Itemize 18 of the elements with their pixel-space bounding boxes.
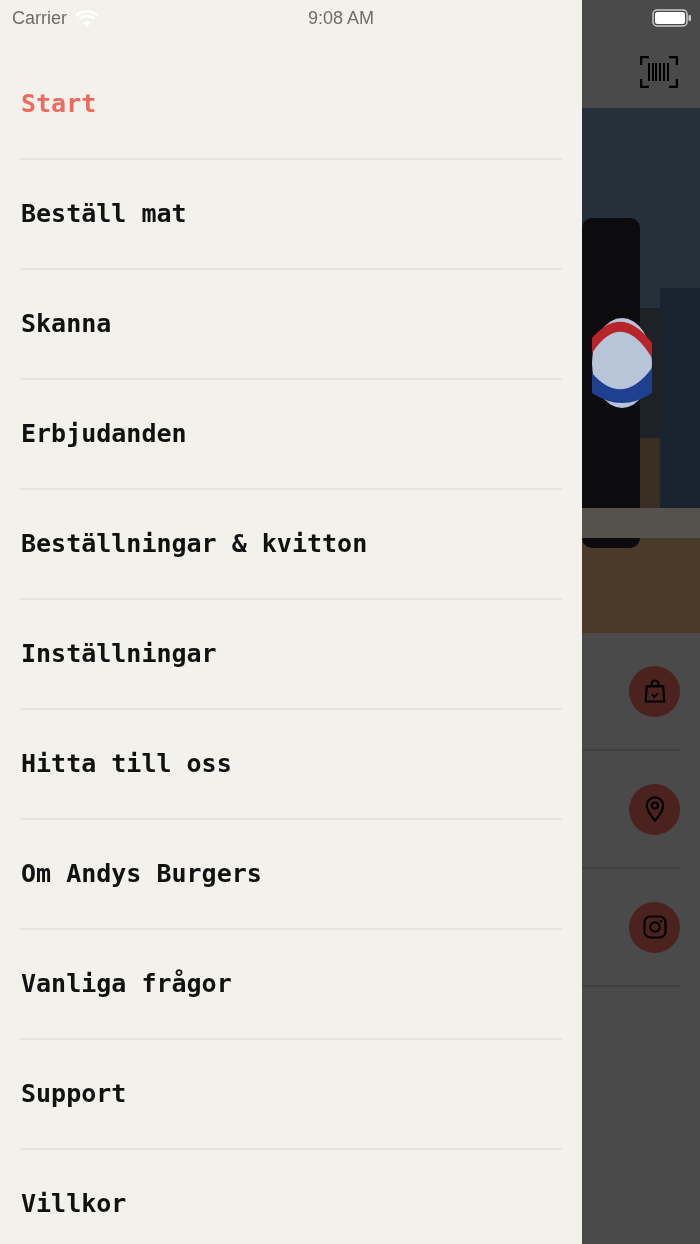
location-pin-button[interactable] [629, 783, 680, 835]
battery-icon [652, 8, 692, 28]
menu-item[interactable]: Om Andys Burgers [20, 855, 263, 893]
barcode-scan-icon[interactable] [640, 56, 678, 88]
menu-item[interactable]: Beställ mat [20, 195, 188, 233]
carrier-label: Carrier [12, 6, 67, 30]
menu-item[interactable]: Support [20, 1075, 128, 1113]
clock-time: 9:08 AM [308, 6, 375, 30]
menu-item[interactable]: Villkor [20, 1185, 128, 1223]
menu-item[interactable]: Skanna [20, 305, 113, 343]
camera-button[interactable] [629, 901, 680, 953]
camera-icon [640, 913, 669, 941]
menu-item[interactable]: Vanliga frågor [20, 965, 233, 1003]
menu-item[interactable]: Erbjudanden [20, 415, 188, 453]
menu-item[interactable]: Beställningar & kvitton [20, 525, 369, 563]
menu-item[interactable]: Hitta till oss [20, 745, 233, 783]
menu-item[interactable]: Inställningar [20, 635, 218, 673]
bag-button[interactable] [629, 665, 680, 717]
